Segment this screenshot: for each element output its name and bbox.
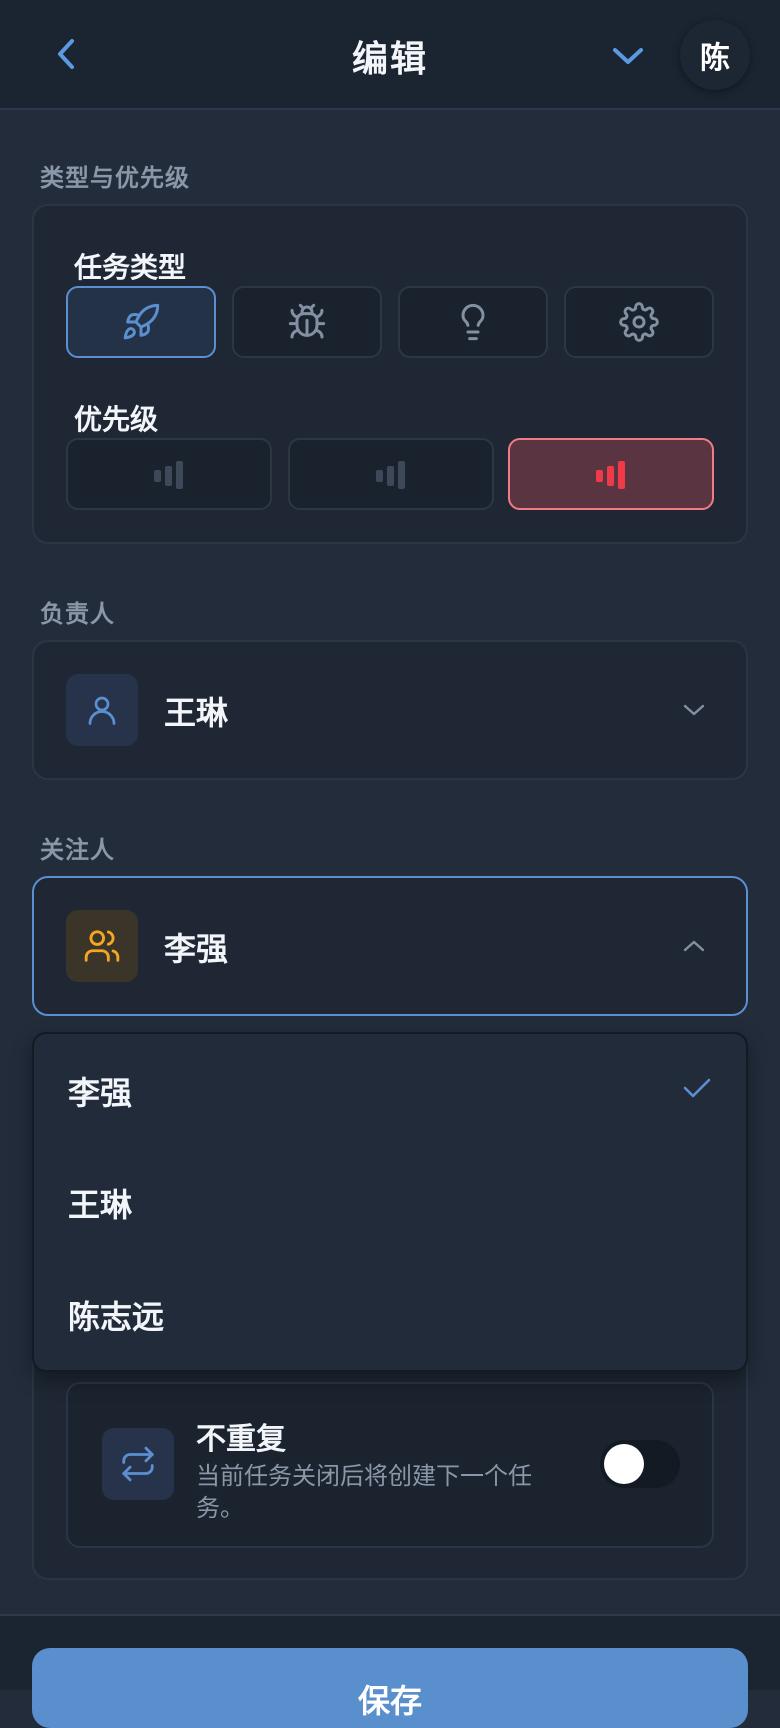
priority-low-icon — [154, 461, 183, 489]
check-icon — [683, 1078, 711, 1098]
chevron-up-icon — [683, 940, 705, 952]
priority-high-icon — [596, 461, 625, 489]
assignee-select[interactable]: 王琳 — [32, 640, 748, 780]
priority-high-button[interactable] — [508, 438, 714, 510]
priority-medium-icon — [376, 461, 405, 489]
task-type-label: 任务类型 — [74, 251, 187, 284]
toggle-knob — [604, 1444, 644, 1484]
priority-medium-button[interactable] — [288, 438, 494, 510]
assignee-chevron — [674, 690, 714, 730]
repeat-icon-box — [102, 1428, 174, 1500]
user-avatar[interactable]: 陈 — [680, 20, 750, 90]
collapse-button[interactable] — [606, 34, 650, 78]
dropdown-option-1[interactable]: 李强 — [68, 1068, 132, 1114]
followers-section-label: 关注人 — [40, 836, 115, 864]
task-type-feature-button[interactable] — [66, 286, 216, 358]
repeat-icon — [122, 1446, 154, 1482]
task-type-settings-button[interactable] — [564, 286, 714, 358]
rocket-icon — [123, 303, 160, 340]
repeat-description: 当前任务关闭后将创建下一个任务。 — [196, 1462, 532, 1522]
task-type-bug-button[interactable] — [232, 286, 382, 358]
followers-icon-box — [66, 910, 138, 982]
assignee-icon-box — [66, 674, 138, 746]
assignee-section-label: 负责人 — [40, 600, 115, 628]
save-button[interactable]: 保存 — [32, 1648, 748, 1728]
lightbulb-icon — [461, 303, 485, 341]
save-button-label: 保存 — [357, 1682, 422, 1720]
priority-low-button[interactable] — [66, 438, 272, 510]
dropdown-option-3[interactable]: 陈志远 — [68, 1292, 164, 1338]
repeat-toggle[interactable] — [600, 1440, 680, 1488]
type-priority-section-label: 类型与优先级 — [40, 164, 190, 192]
chevron-down-icon — [683, 704, 705, 716]
chevron-down-icon — [613, 48, 643, 64]
followers-dropdown: 李强 王琳 陈志远 — [32, 1032, 748, 1372]
bug-icon — [288, 303, 326, 339]
repeat-setting: 不重复 当前任务关闭后将创建下一个任务。 — [66, 1382, 714, 1548]
page-title: 编辑 — [351, 39, 428, 80]
check-icon-wrap — [682, 1076, 712, 1104]
followers-value: 李强 — [164, 930, 229, 968]
users-icon — [84, 930, 120, 962]
repeat-title: 不重复 — [196, 1422, 286, 1457]
gear-icon — [619, 302, 659, 342]
top-bar: 编辑 陈 — [0, 0, 780, 110]
dropdown-option-2[interactable]: 王琳 — [68, 1180, 132, 1226]
user-icon — [88, 696, 116, 725]
followers-chevron — [674, 926, 714, 966]
priority-label: 优先级 — [74, 403, 159, 436]
assignee-value: 王琳 — [164, 694, 229, 732]
task-type-idea-button[interactable] — [398, 286, 548, 358]
followers-select[interactable]: 李强 — [32, 876, 748, 1016]
